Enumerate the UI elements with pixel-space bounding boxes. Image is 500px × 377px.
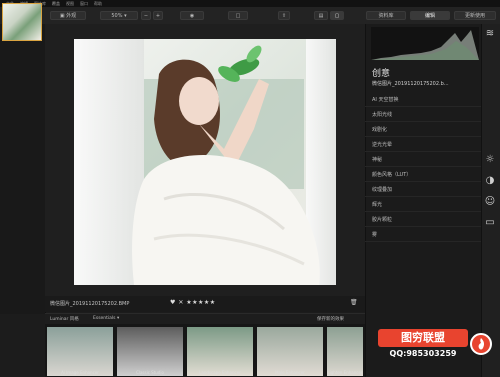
tab-info[interactable]: 更新使用: [454, 11, 496, 20]
rating-controls: ♥ ✕ ★★★★★: [170, 299, 216, 306]
looks-label: 外观: [66, 13, 77, 19]
preset-thumbnail[interactable]: Ai Image Enhancer: [47, 327, 113, 376]
photo-filename: 微信图片_20191120175202.BMP: [50, 301, 130, 307]
watermark-qq: QQ:985303259: [389, 349, 457, 358]
pro-tools-icon[interactable]: ▭: [484, 217, 496, 229]
preset-caption: Landscape Enhancer: [199, 370, 241, 375]
watermark-title: 图穷联盟: [378, 329, 468, 347]
save-preset-button[interactable]: 保存新的效果: [317, 316, 344, 322]
tool-glow[interactable]: 辉光: [365, 198, 481, 212]
preset-caption: Ai Image Enhancer: [61, 370, 99, 375]
share-icon: ⇪: [281, 13, 287, 19]
toolbar: + ▣ 外观 50% ▾ − + ◉ □ ⇪ ▤ ▢ 资料库 编辑 更新使用: [0, 7, 500, 25]
menu-help[interactable]: 帮助: [94, 0, 102, 7]
zoom-value: 50%: [111, 13, 123, 19]
tool-film-grain[interactable]: 胶片颗粒: [365, 213, 481, 227]
preset-thumbnail[interactable]: Classic Studio: [117, 327, 183, 376]
portrait-icon[interactable]: ☺: [484, 196, 496, 208]
menu-window[interactable]: 窗口: [80, 0, 88, 7]
preset-category[interactable]: Luminar 风格: [50, 316, 79, 322]
tool-texture[interactable]: 纹理叠加: [365, 183, 481, 197]
panel-filename: 微信图片_20191120175202.b...: [372, 81, 449, 87]
tool-ai-sky[interactable]: AI 天空替换: [365, 93, 481, 107]
preset-thumbnail[interactable]: Male Enhancer: [257, 327, 323, 376]
single-view-button[interactable]: ▤: [314, 11, 328, 20]
zoom-in-button[interactable]: +: [153, 11, 163, 20]
crop-icon: □: [235, 13, 241, 19]
tool-mystic[interactable]: 神秘: [365, 153, 481, 167]
favorite-icon[interactable]: ♥: [170, 299, 176, 306]
eye-icon: ◉: [189, 13, 195, 19]
preset-caption: Lighten Enhancer: [327, 370, 363, 375]
preset-caption: Classic Studio: [136, 370, 164, 375]
histogram: [371, 27, 479, 60]
menubar: 文件 编辑 图片库 覆盖 视图 窗口 帮助: [0, 0, 500, 7]
zoom-out-button[interactable]: −: [141, 11, 151, 20]
tool-fog[interactable]: 雾: [365, 228, 481, 242]
zoom-select[interactable]: 50% ▾: [100, 11, 138, 20]
tool-sunrays[interactable]: 太阳光线: [365, 108, 481, 122]
filmstrip-thumbnail[interactable]: [2, 3, 42, 41]
histogram-graph: [371, 30, 479, 60]
preset-caption: Male Enhancer: [275, 370, 305, 375]
filmstrip: [0, 24, 46, 314]
menu-view[interactable]: 视图: [66, 0, 74, 7]
star-rating[interactable]: ★★★★★: [186, 299, 215, 306]
reject-icon[interactable]: ✕: [178, 299, 184, 306]
watermark: 图穷联盟 QQ:985303259: [363, 325, 498, 373]
fullview-icon: ▢: [334, 13, 340, 19]
preset-thumbnail[interactable]: Lighten Enhancer: [327, 327, 363, 376]
grid-view-button[interactable]: ▢: [330, 11, 344, 20]
tab-edit[interactable]: 编辑: [410, 11, 450, 20]
filmstrip-icon: ▤: [318, 13, 324, 19]
crop-button[interactable]: □: [228, 11, 248, 20]
looks-button[interactable]: ▣ 外观: [50, 11, 86, 20]
panel-title: 创意: [372, 69, 391, 79]
menu-overlay[interactable]: 覆盖: [52, 0, 60, 7]
tool-dramatic[interactable]: 戏剧化: [365, 123, 481, 137]
layers-icon[interactable]: ≋: [484, 28, 496, 40]
preset-thumbnail[interactable]: Landscape Enhancer: [187, 327, 253, 376]
flame-logo-icon: [470, 333, 492, 355]
tool-backlight[interactable]: 逆光光晕: [365, 138, 481, 152]
share-button[interactable]: ⇪: [278, 11, 290, 20]
palette-icon[interactable]: ◑: [484, 175, 496, 187]
main-photo[interactable]: [74, 39, 336, 285]
presets-strip: Ai Image Enhancer Classic Studio Landsca…: [45, 324, 365, 377]
tab-library[interactable]: 资料库: [366, 11, 406, 20]
trash-icon[interactable]: 🗑: [350, 299, 358, 306]
tool-lut[interactable]: 颜色风格（LUT）: [365, 168, 481, 182]
compare-button[interactable]: ◉: [180, 11, 204, 20]
photo-illustration: [74, 39, 336, 285]
sun-icon[interactable]: ☼: [484, 154, 496, 166]
preset-collection-select[interactable]: Essentials ▾: [93, 316, 119, 321]
